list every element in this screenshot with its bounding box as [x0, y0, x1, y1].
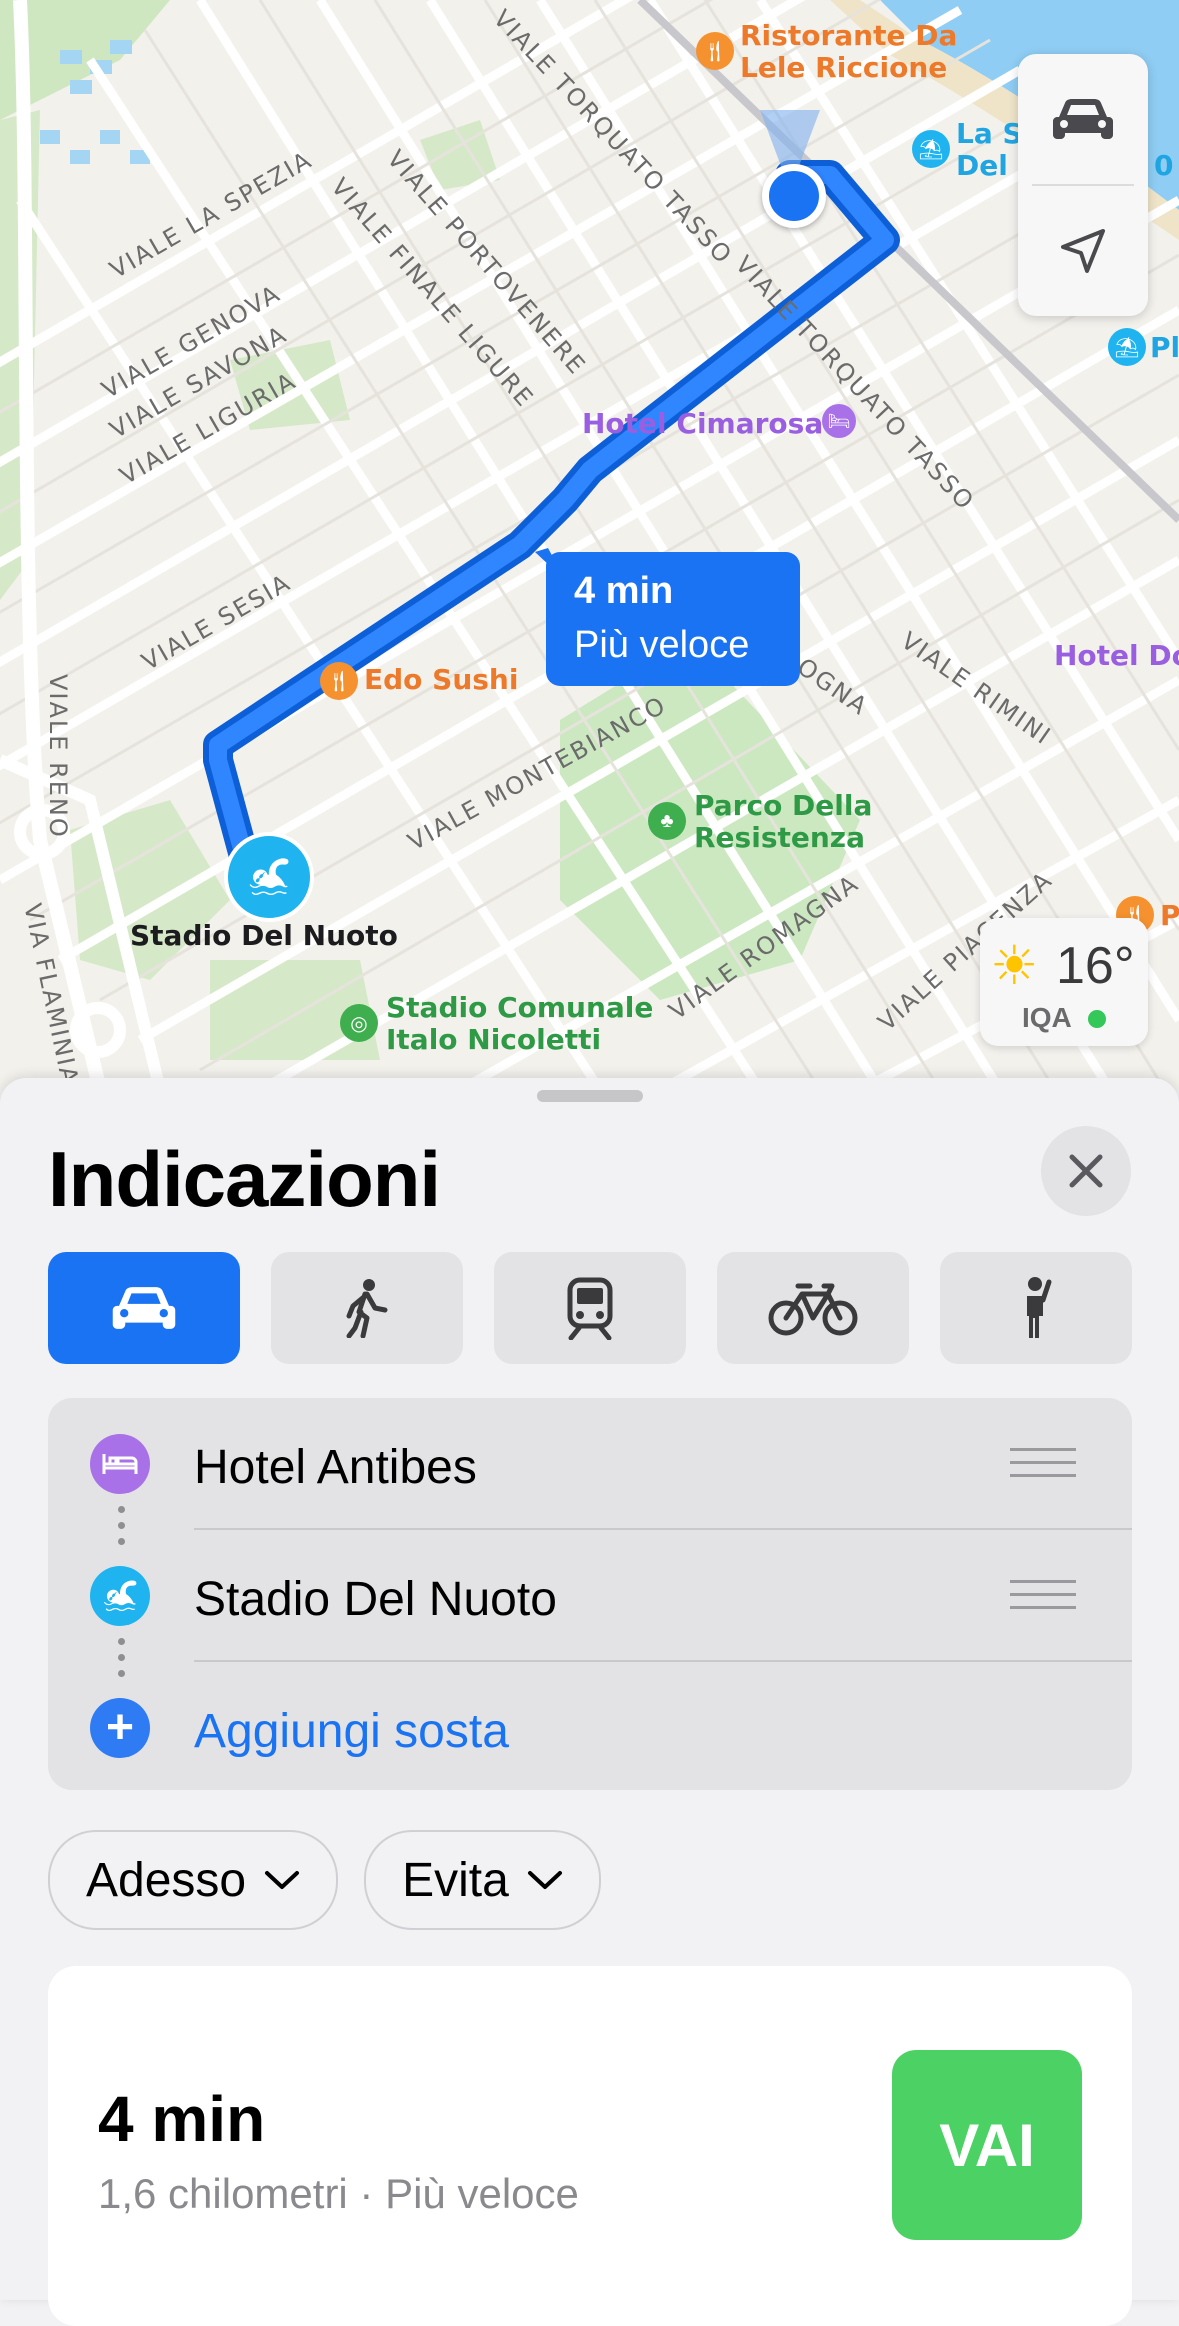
go-button[interactable]: VAI [892, 2050, 1082, 2240]
street-label: VIALE RENO [44, 674, 72, 839]
route-callout[interactable]: 4 min Più veloce [546, 552, 800, 686]
reorder-handle-icon[interactable] [1010, 1580, 1076, 1619]
route-options: Adesso Evita [48, 1830, 601, 1930]
departure-time-button[interactable]: Adesso [48, 1830, 339, 1930]
stop-origin-label: Hotel Antibes [194, 1441, 477, 1494]
poi-stadio-comunale-line1[interactable]: Stadio Comunale [386, 992, 653, 1024]
map-controls [1018, 54, 1148, 316]
departure-time-label: Adesso [86, 1853, 247, 1907]
sun-icon: ☀ [990, 936, 1039, 996]
poi-parco-line1[interactable]: Parco Della [694, 790, 872, 822]
train-icon [567, 1277, 613, 1340]
sheet-title: Indicazioni [48, 1135, 441, 1223]
weather-temp: 16° [1056, 937, 1135, 995]
poi-parco-line2[interactable]: Resistenza [694, 822, 865, 854]
poi-hotel-cimarosa[interactable]: Hotel Cimarosa [582, 408, 823, 440]
mode-car-button[interactable] [48, 1252, 240, 1364]
restaurant-icon[interactable]: 🍴︎ [320, 662, 358, 700]
car-icon [112, 1287, 176, 1329]
tree-icon[interactable]: ♣ [648, 802, 686, 840]
poi-beach2[interactable]: Pl [1150, 332, 1179, 364]
restaurant-icon[interactable]: 🍴︎ [696, 32, 734, 70]
stop-origin[interactable]: Hotel Antibes [48, 1398, 1132, 1530]
beach-umbrella-icon[interactable]: ⛱︎ [1108, 328, 1146, 366]
aqi-label: IQA [1022, 1002, 1072, 1033]
swim-icon: 🏊︎ [90, 1566, 150, 1626]
close-icon [1069, 1154, 1103, 1188]
mode-bike-button[interactable] [717, 1252, 909, 1364]
sheet-grabber[interactable] [537, 1090, 643, 1102]
poi-ristorante-line2[interactable]: Lele Riccione [740, 52, 947, 84]
plus-icon: + [90, 1698, 150, 1758]
directions-sheet: Indicazioni Hotel Antibes 🏊︎ Stadio Del … [0, 1078, 1179, 2326]
close-button[interactable] [1041, 1126, 1131, 1216]
reorder-handle-icon[interactable] [1010, 1448, 1076, 1487]
stop-destination-label: Stadio Del Nuoto [194, 1573, 557, 1626]
mode-walk-button[interactable] [271, 1252, 463, 1364]
poi-ristorante-line1[interactable]: Ristorante Da [740, 20, 957, 52]
route-option-card[interactable]: 4 min 1,6 chilometri · Più veloce VAI [48, 1966, 1132, 2326]
mode-transit-button[interactable] [494, 1252, 686, 1364]
bed-icon [90, 1434, 150, 1494]
bed-icon[interactable]: 🛏︎ [822, 404, 856, 438]
route-callout-time: 4 min [574, 570, 674, 612]
poi-stadio-comunale-line2[interactable]: Italo Nicoletti [386, 1024, 601, 1056]
add-stop-button[interactable]: + Aggiungi sosta [48, 1662, 1132, 1790]
poi-right[interactable]: P [1160, 900, 1179, 932]
route-callout-label: Più veloce [574, 624, 750, 666]
mode-rideshare-button[interactable] [940, 1252, 1132, 1364]
walk-icon [346, 1279, 388, 1338]
poi-beach1-line2[interactable]: Del [956, 150, 1008, 182]
route-time: 4 min [98, 2083, 266, 2155]
chevron-down-icon [265, 1871, 300, 1889]
bike-icon [768, 1283, 858, 1336]
stop-destination[interactable]: 🏊︎ Stadio Del Nuoto [48, 1530, 1132, 1662]
location-button[interactable] [1018, 186, 1148, 316]
stadium-icon[interactable]: ◎ [340, 1004, 378, 1042]
avoid-label: Evita [402, 1853, 509, 1907]
transport-modes [48, 1252, 1132, 1364]
add-stop-label: Aggiungi sosta [194, 1705, 509, 1758]
avoid-button[interactable]: Evita [364, 1830, 601, 1930]
beach-umbrella-icon[interactable]: ⛱︎ [912, 130, 950, 168]
poi-stadio-nuoto[interactable]: Stadio Del Nuoto [130, 920, 398, 952]
aqi-status-dot [1088, 1010, 1106, 1028]
weather-widget[interactable]: ☀ 16° IQA [980, 918, 1148, 1046]
transport-mode-button[interactable] [1018, 54, 1148, 184]
car-icon [1053, 99, 1113, 139]
person-hail-icon [1027, 1277, 1052, 1338]
chevron-down-icon [527, 1871, 562, 1889]
map-view[interactable]: VIALE TORQUATO TASSO VIALE TORQUATO TASS… [0, 0, 1179, 1090]
route-stops: Hotel Antibes 🏊︎ Stadio Del Nuoto + Aggi… [48, 1398, 1132, 1790]
poi-beach1-suffix[interactable]: 0 [1154, 150, 1173, 182]
poi-edo-sushi[interactable]: Edo Sushi [364, 664, 518, 696]
poi-beach1-line1[interactable]: La S [956, 118, 1023, 150]
swim-icon[interactable]: 🏊︎ [224, 832, 314, 922]
poi-hotel-right[interactable]: Hotel Do [1054, 640, 1179, 672]
location-arrow-icon [1061, 229, 1105, 273]
route-details: 1,6 chilometri · Più veloce [98, 2170, 579, 2217]
current-location-dot[interactable] [762, 164, 826, 228]
